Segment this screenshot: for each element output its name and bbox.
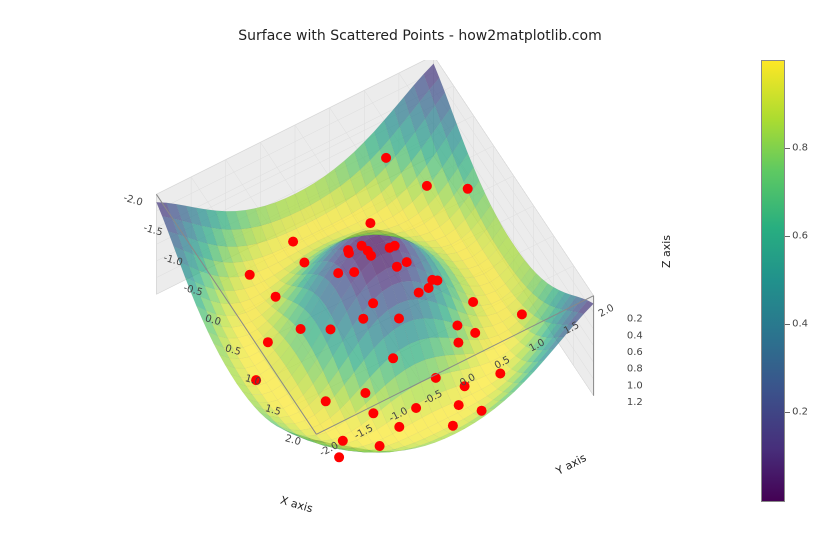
figure: Surface with Scattered Points - how2matp… [0, 0, 840, 560]
colorbar-tick-label: 0.2 [792, 407, 808, 418]
scatter-point [358, 314, 368, 324]
scatter-point [517, 309, 527, 319]
z-tick-label: 0.6 [627, 347, 643, 358]
scatter-point [392, 262, 402, 272]
scatter-point [394, 422, 404, 432]
z-tick-label: 0.8 [627, 364, 643, 375]
z-tick-label: 1.2 [627, 397, 643, 408]
scatter-point [411, 403, 421, 413]
chart-title: Surface with Scattered Points - how2matp… [0, 28, 840, 44]
scatter-point [381, 153, 391, 163]
scatter-point [422, 181, 432, 191]
plot-canvas: -2.0-1.5-1.0-0.50.00.51.01.52.0-2.0-1.5-… [70, 60, 680, 520]
scatter-point [368, 298, 378, 308]
scatter-point [468, 297, 478, 307]
scatter-point [414, 288, 424, 298]
scatter-point [385, 243, 395, 253]
scatter-point [299, 258, 309, 268]
colorbar[interactable] [761, 60, 785, 502]
scatter-point [470, 328, 480, 338]
colorbar-tick-line [785, 412, 790, 413]
scatter-point [357, 241, 367, 251]
y-tick-label: 2.0 [597, 303, 616, 320]
colorbar-tick-label: 0.6 [792, 231, 808, 242]
scatter-point [360, 388, 370, 398]
x-tick-label: -2.0 [122, 193, 144, 209]
scatter-point [463, 184, 473, 194]
axes3d[interactable]: -2.0-1.5-1.0-0.50.00.51.01.52.0-2.0-1.5-… [70, 60, 680, 520]
scatter-point [333, 268, 343, 278]
scatter-point [453, 338, 463, 348]
scatter-point [375, 441, 385, 451]
colorbar-tick-label: 0.8 [792, 143, 808, 154]
colorbar-tick-line [785, 324, 790, 325]
z-tick-label: 0.4 [627, 330, 643, 341]
scatter-point [454, 400, 464, 410]
scatter-point [326, 324, 336, 334]
z-axis-label: Z axis [660, 235, 673, 268]
scatter-point [338, 436, 348, 446]
scatter-point [349, 267, 359, 277]
z-tick-label: 1.0 [627, 380, 643, 391]
scatter-point [448, 421, 458, 431]
scatter-point [427, 275, 437, 285]
colorbar-tick-line [785, 148, 790, 149]
scatter-point [344, 248, 354, 258]
scatter-point [271, 292, 281, 302]
z-tick-label: 0.2 [627, 314, 643, 325]
scatter-point [288, 237, 298, 247]
scatter-point [452, 321, 462, 331]
scatter-point [296, 324, 306, 334]
scatter-point [388, 353, 398, 363]
scatter-point [477, 406, 487, 416]
scatter-point [334, 452, 344, 462]
colorbar-tick-line [785, 236, 790, 237]
scatter-point [263, 337, 273, 347]
scatter-point [402, 257, 412, 267]
scatter-point [365, 218, 375, 228]
scatter-point [321, 396, 331, 406]
scatter-point [245, 270, 255, 280]
colorbar-tick-label: 0.4 [792, 319, 808, 330]
scatter-point [394, 314, 404, 324]
scatter-point [368, 408, 378, 418]
